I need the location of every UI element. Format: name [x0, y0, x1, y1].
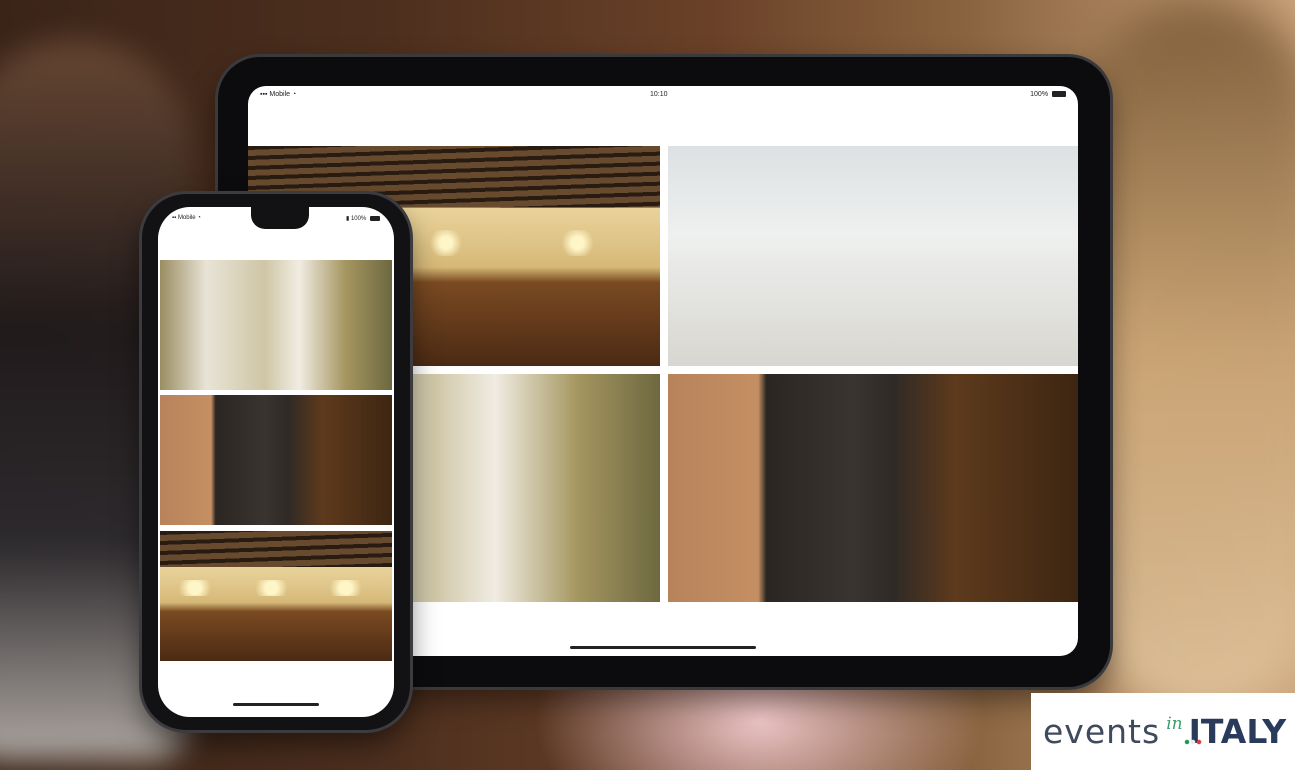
battery-icon [1052, 91, 1066, 98]
phone-screen: ▪▪ Mobile ◔ ▮ 100% [158, 207, 394, 717]
carrier-label: Mobile [269, 91, 291, 98]
signal-icon: ▪▪ [172, 215, 177, 221]
video-tile-couple[interactable] [668, 146, 1078, 366]
logo-word-events: events [1043, 712, 1161, 751]
phone-video-hall[interactable] [160, 531, 392, 661]
events-in-italy-logo: events in ITALY [1031, 693, 1295, 770]
battery-percent: 100% [350, 216, 367, 222]
phone-video-corridor[interactable] [160, 260, 392, 390]
phone-video-door[interactable] [160, 395, 392, 525]
lock-icon: ▮ [345, 216, 350, 222]
wifi-icon: ◔ [291, 91, 297, 98]
status-time: 10:10 [650, 91, 668, 98]
signal-icon: ▪▪▪ [260, 91, 268, 98]
battery-icon [370, 215, 380, 221]
phone-notch [251, 207, 309, 229]
logo-word-in: in [1166, 713, 1183, 734]
tablet-status-bar: ▪▪▪ Mobile ◔ 10:10 100% [248, 86, 1078, 104]
video-tile-door[interactable] [668, 374, 1078, 602]
blurred-hair [1080, 0, 1295, 720]
home-indicator[interactable] [233, 703, 319, 706]
italy-dots-icon [1184, 737, 1206, 747]
home-indicator[interactable] [570, 646, 756, 649]
carrier-label: Mobile [177, 215, 196, 221]
battery-percent: 100% [1030, 91, 1049, 98]
wifi-icon: ◔ [197, 215, 201, 221]
